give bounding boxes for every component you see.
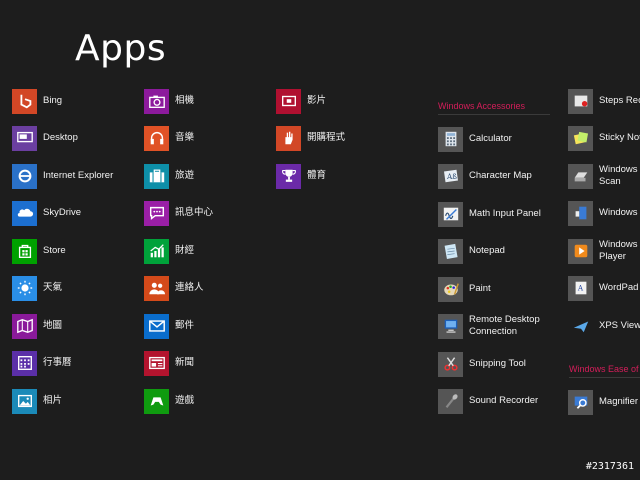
paint-icon: [438, 276, 463, 302]
photo-icon: [12, 388, 37, 414]
app-tile-windows-media-player[interactable]: Windows Player: [568, 236, 640, 266]
scissors-icon: [438, 351, 463, 377]
people-icon: [144, 275, 169, 301]
app-tile-magnifier[interactable]: Magnifier: [568, 387, 638, 417]
remote-desktop-icon: [438, 313, 463, 339]
app-tile-xps-viewer[interactable]: XPS View: [568, 311, 640, 341]
headphones-icon: [144, 125, 169, 151]
app-tile-snipping-tool[interactable]: Snipping Tool: [438, 349, 526, 379]
store-icon: [12, 238, 37, 264]
windows-journal-icon: [568, 200, 593, 226]
app-tile-internet-explorer[interactable]: Internet Explorer: [12, 161, 113, 191]
game-controller-icon: [144, 388, 169, 414]
steps-recorder-icon: [568, 88, 593, 114]
app-tile-sports[interactable]: 體育: [276, 161, 326, 191]
suitcase-icon: [144, 163, 169, 189]
app-tile-news[interactable]: 新聞: [144, 348, 194, 378]
app-tile-music[interactable]: 音樂: [144, 123, 194, 153]
sticky-notes-icon: [568, 125, 593, 151]
app-tile-windows-journal[interactable]: Windows: [568, 198, 638, 228]
math-input-icon: [438, 201, 463, 227]
app-tile-messaging[interactable]: 訊息中心: [144, 198, 213, 228]
internet-explorer-icon: [12, 163, 37, 189]
app-tile-travel[interactable]: 旅遊: [144, 161, 194, 191]
calendar-icon: [12, 350, 37, 376]
app-tile-mail[interactable]: 郵件: [144, 311, 194, 341]
trophy-icon: [276, 163, 301, 189]
sun-icon: [12, 275, 37, 301]
chart-icon: [144, 238, 169, 264]
message-icon: [144, 200, 169, 226]
app-tile-calendar[interactable]: 行事曆: [12, 348, 72, 378]
windows-accessories-heading: Windows Accessories: [438, 101, 526, 111]
app-tile-desktop[interactable]: Desktop: [12, 123, 78, 153]
app-tile-video[interactable]: 影片: [276, 86, 326, 116]
app-tile-finance[interactable]: 財經: [144, 236, 194, 266]
cloud-icon: [12, 200, 37, 226]
microphone-icon: [438, 388, 463, 414]
section-divider: [438, 114, 550, 115]
app-tile-remote-desktop-connection[interactable]: Remote Desktop Connection: [438, 311, 549, 341]
app-column-5-viewport: Steps Reco Sticky Not Windows Scan Windo…: [568, 0, 640, 480]
app-tile-sticky-notes[interactable]: Sticky Not: [568, 123, 640, 153]
watermark-id: #2317361: [585, 461, 634, 472]
app-tile-windows-scan[interactable]: Windows Scan: [568, 161, 640, 191]
page-title: Apps: [75, 28, 167, 69]
hand-icon: [276, 125, 301, 151]
calculator-icon: [438, 126, 463, 152]
svg-text:Aß: Aß: [445, 172, 456, 181]
magnifier-icon: [568, 389, 593, 415]
app-tile-people[interactable]: 連絡人: [144, 273, 204, 303]
app-tile-steps-recorder[interactable]: Steps Reco: [568, 86, 640, 116]
app-tile-calculator[interactable]: Calculator: [438, 124, 512, 154]
app-tile-maps[interactable]: 地圖: [12, 311, 62, 341]
app-tile-paint[interactable]: Paint: [438, 274, 491, 304]
notepad-icon: [438, 238, 463, 264]
news-icon: [144, 350, 169, 376]
windows-ease-of-access-heading: Windows Ease of: [569, 364, 639, 374]
app-tile-games[interactable]: 遊戲: [144, 386, 194, 416]
app-tile-store[interactable]: Store: [12, 236, 66, 266]
bing-icon: [12, 88, 37, 114]
media-player-icon: [568, 238, 593, 264]
app-tile-character-map[interactable]: Aß Character Map: [438, 161, 532, 191]
wordpad-icon: A: [568, 275, 593, 301]
camera-icon: [144, 88, 169, 114]
mail-icon: [144, 313, 169, 339]
map-icon: [12, 313, 37, 339]
app-tile-weather[interactable]: 天氣: [12, 273, 62, 303]
app-tile-bing[interactable]: Bing: [12, 86, 62, 116]
svg-text:A: A: [576, 284, 583, 293]
app-tile-camera[interactable]: 相機: [144, 86, 194, 116]
app-tile-photos[interactable]: 相片: [12, 386, 62, 416]
video-icon: [276, 88, 301, 114]
scanner-icon: [568, 163, 593, 189]
app-tile-math-input-panel[interactable]: Math Input Panel: [438, 199, 541, 229]
xps-viewer-icon: [568, 314, 593, 339]
section-divider: [569, 377, 640, 378]
desktop-icon: [12, 125, 37, 151]
app-tile-developer[interactable]: 開購程式: [276, 123, 345, 153]
app-tile-notepad[interactable]: Notepad: [438, 236, 505, 266]
app-tile-skydrive[interactable]: SkyDrive: [12, 198, 81, 228]
character-map-icon: Aß: [438, 163, 463, 189]
app-tile-wordpad[interactable]: A WordPad: [568, 273, 638, 303]
app-tile-sound-recorder[interactable]: Sound Recorder: [438, 386, 538, 416]
